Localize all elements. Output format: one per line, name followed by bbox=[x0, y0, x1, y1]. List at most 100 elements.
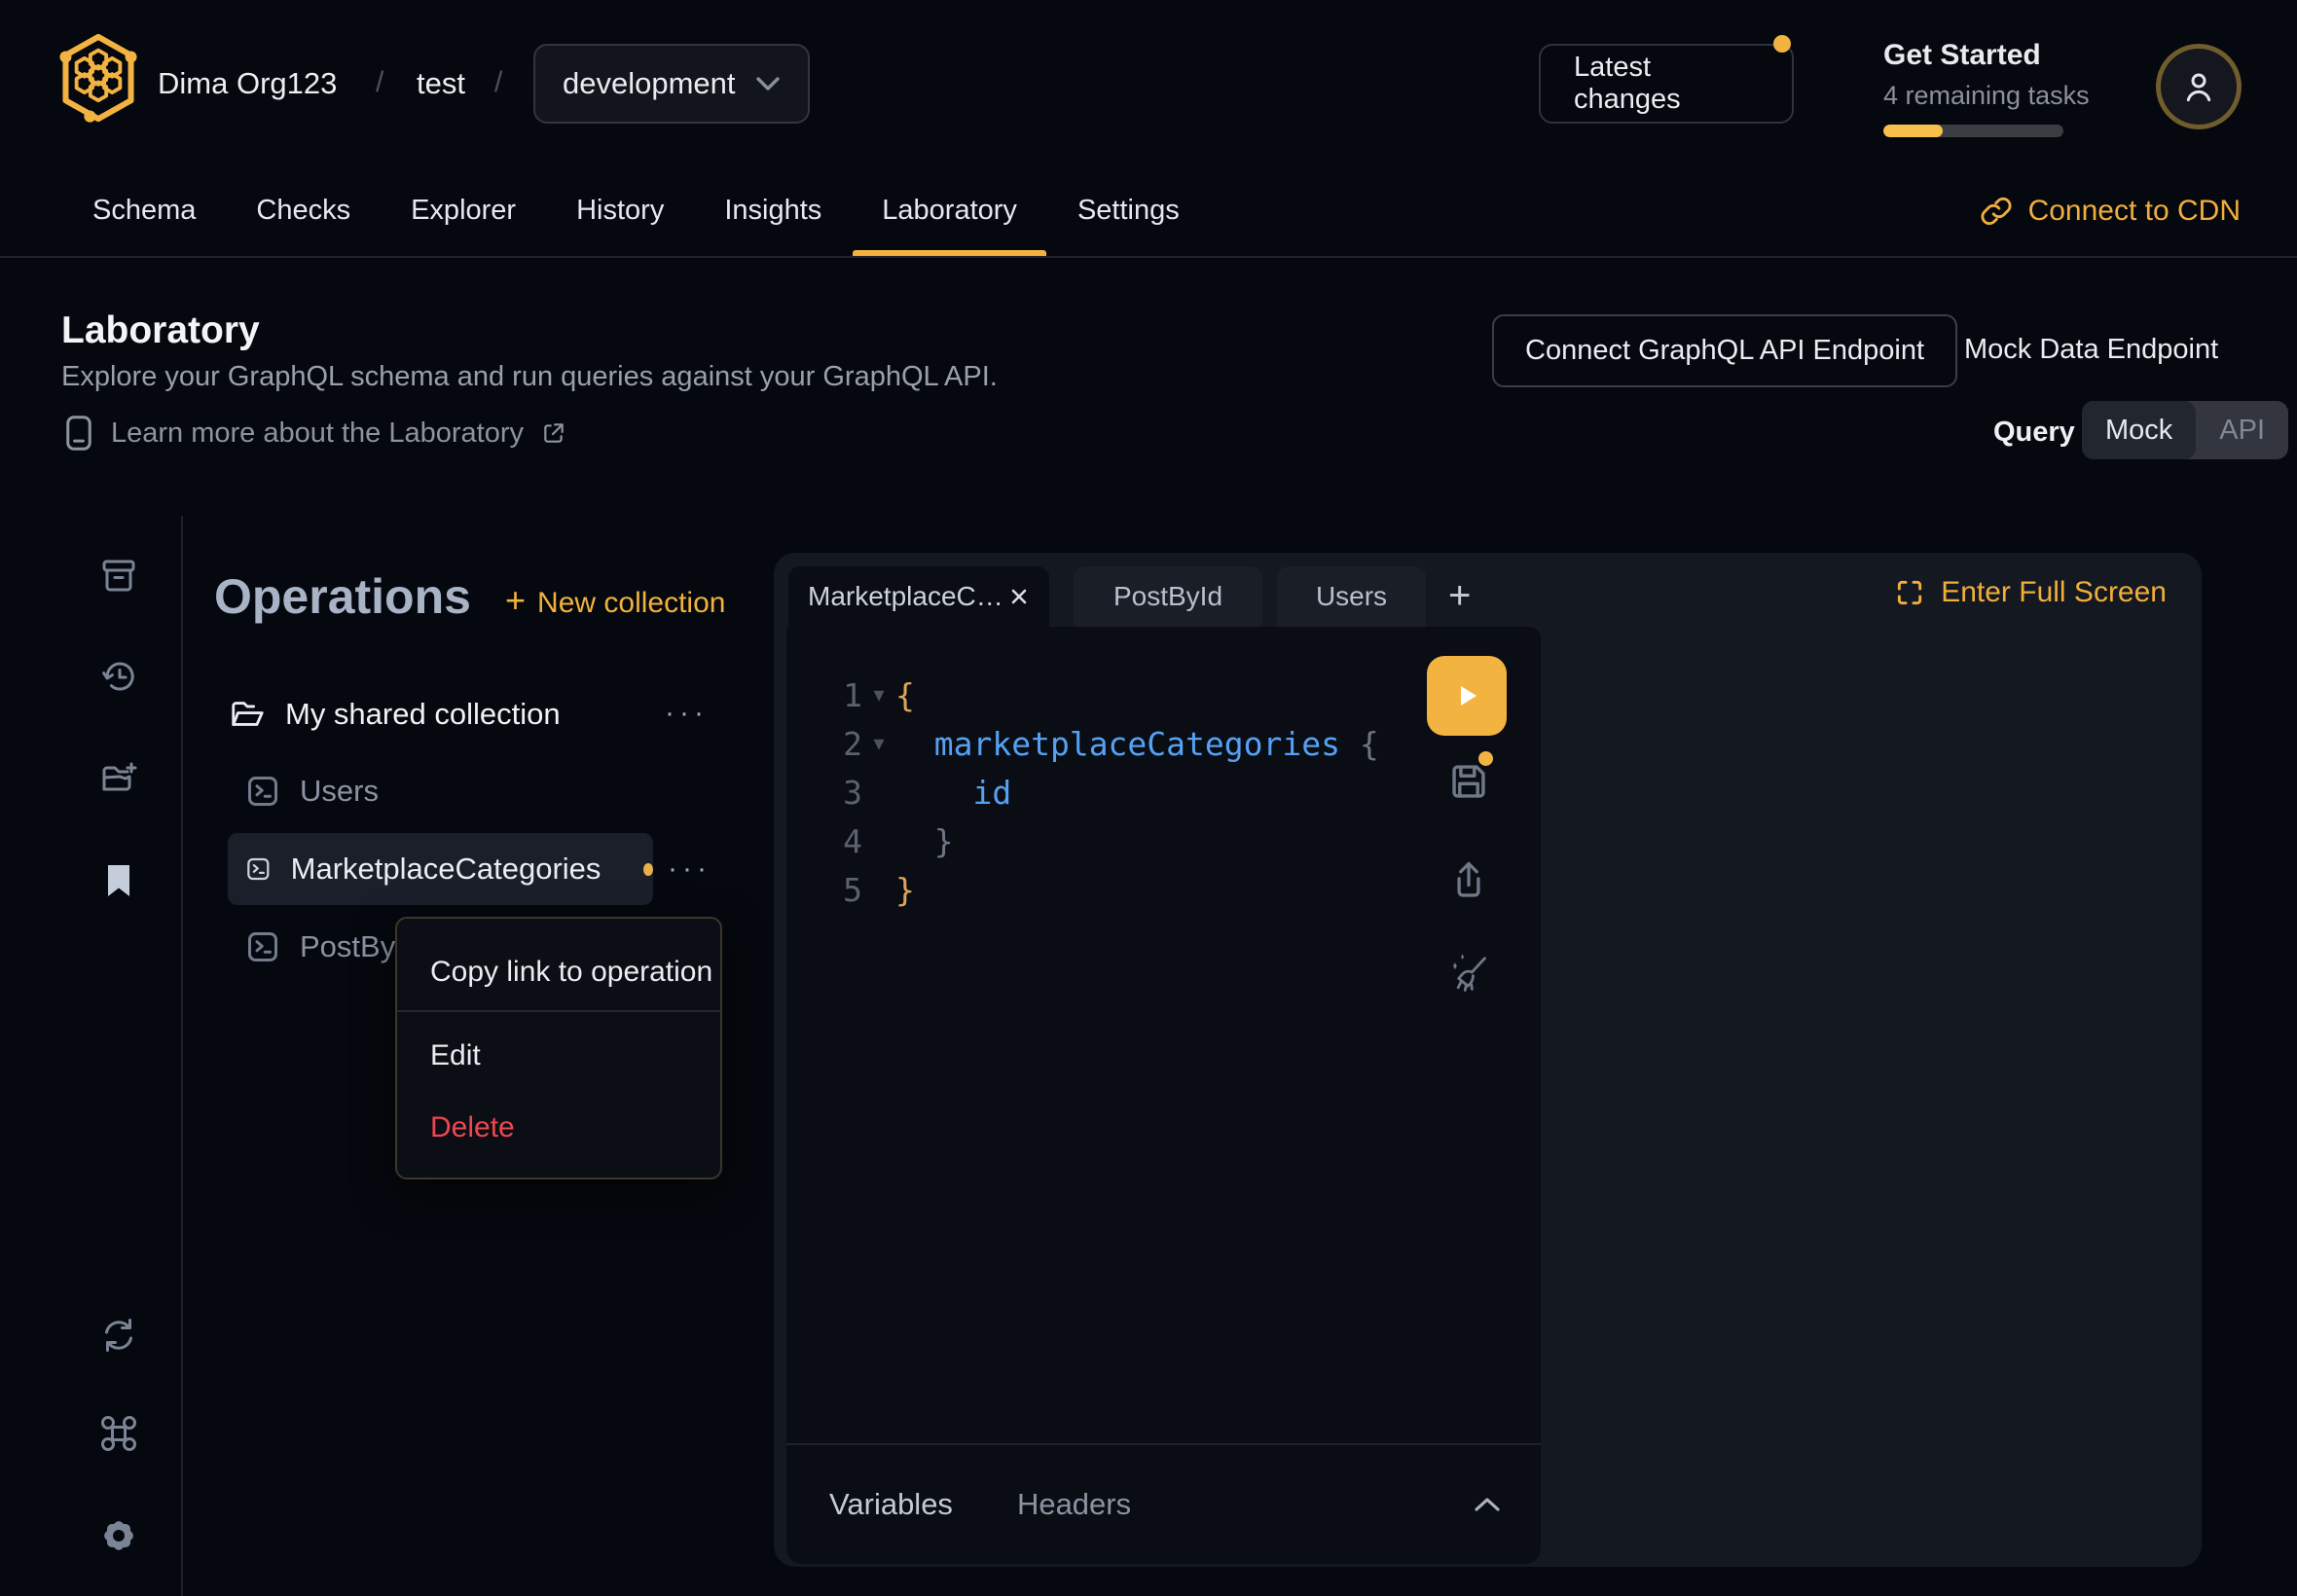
get-started-widget[interactable]: Get Started 4 remaining tasks bbox=[1883, 39, 2090, 137]
line-number: 5 bbox=[798, 871, 862, 909]
query-mode-api[interactable]: API bbox=[2196, 401, 2288, 459]
operation-icon bbox=[245, 852, 272, 887]
menu-item-edit[interactable]: Edit bbox=[430, 1039, 481, 1072]
latest-changes-badge-dot bbox=[1773, 35, 1791, 53]
menu-item-delete[interactable]: Delete bbox=[430, 1111, 515, 1144]
code-token: } bbox=[895, 822, 954, 860]
connect-to-cdn-link[interactable]: Connect to CDN bbox=[1980, 165, 2241, 256]
tab-checks[interactable]: Checks bbox=[256, 165, 350, 256]
query-mode-mock[interactable]: Mock bbox=[2082, 401, 2196, 459]
breadcrumb-separator2: / bbox=[494, 66, 502, 99]
folder-open-icon bbox=[229, 696, 266, 733]
breadcrumb-separator: / bbox=[376, 66, 383, 99]
code-token bbox=[1340, 725, 1360, 763]
external-link-icon bbox=[541, 420, 566, 446]
operation-menu-button[interactable]: ··· bbox=[668, 852, 711, 886]
close-icon[interactable] bbox=[1008, 586, 1030, 607]
get-started-title: Get Started bbox=[1883, 39, 2090, 72]
latest-changes-button[interactable]: Latest changes bbox=[1539, 44, 1794, 124]
unsaved-save-dot bbox=[1478, 751, 1493, 766]
tab-settings[interactable]: Settings bbox=[1077, 165, 1180, 256]
breadcrumb-org[interactable]: Dima Org123 bbox=[158, 66, 337, 101]
editor-bottom-bar: Variables Headers bbox=[786, 1443, 1541, 1564]
nav-tab-list: Schema Checks Explorer History Insights … bbox=[92, 165, 1180, 256]
operation-row-marketplacecategories[interactable]: MarketplaceCategories bbox=[228, 833, 653, 905]
operation-row-users[interactable]: Users bbox=[245, 772, 379, 811]
operation-name: Users bbox=[300, 774, 379, 809]
history-icon[interactable] bbox=[99, 657, 138, 696]
menu-item-copy-link[interactable]: Copy link to operation bbox=[430, 956, 712, 989]
editor-tab-users[interactable]: Users bbox=[1277, 566, 1426, 627]
rail-divider bbox=[181, 516, 183, 1596]
connect-endpoint-label: Connect GraphQL API Endpoint bbox=[1525, 335, 1924, 367]
collection-row[interactable]: My shared collection bbox=[229, 695, 561, 734]
code-token: id bbox=[972, 774, 1011, 812]
code-line: 2 ▾ marketplaceCategories { bbox=[798, 719, 1414, 768]
operation-name: MarketplaceCategories bbox=[291, 852, 602, 887]
settings-gear-icon[interactable] bbox=[99, 1516, 138, 1555]
mock-data-endpoint-label: Mock Data Endpoint bbox=[1964, 334, 2218, 365]
page-subtitle: Explore your GraphQL schema and run quer… bbox=[61, 361, 998, 393]
enter-fullscreen-label: Enter Full Screen bbox=[1941, 576, 2167, 609]
collection-menu-button[interactable]: ··· bbox=[665, 697, 709, 730]
breadcrumb-project[interactable]: test bbox=[417, 66, 465, 101]
person-icon bbox=[2179, 67, 2218, 106]
latest-changes-label: Latest changes bbox=[1574, 52, 1759, 116]
new-folder-icon[interactable] bbox=[99, 758, 138, 797]
collections-box-icon[interactable] bbox=[99, 557, 138, 596]
user-avatar[interactable] bbox=[2156, 44, 2242, 129]
variables-tab[interactable]: Variables bbox=[829, 1487, 953, 1522]
editor-tab-label: PostById bbox=[1113, 581, 1222, 612]
connect-to-cdn-label: Connect to CDN bbox=[2028, 195, 2241, 228]
share-operation-button[interactable] bbox=[1447, 858, 1490, 901]
fold-marker[interactable]: ▾ bbox=[862, 731, 895, 756]
bookmarks-icon[interactable] bbox=[99, 861, 138, 900]
query-editor[interactable]: 1 ▾ { 2 ▾ marketplaceCategories { 3 id 4 bbox=[786, 627, 1541, 1564]
command-palette-icon[interactable] bbox=[99, 1414, 138, 1453]
tab-explorer[interactable]: Explorer bbox=[411, 165, 516, 256]
query-mode-toggle: Mock API bbox=[2082, 401, 2288, 459]
environment-label: development bbox=[563, 66, 736, 101]
tab-insights[interactable]: Insights bbox=[724, 165, 821, 256]
editor-tab-label: MarketplaceC… bbox=[808, 581, 1003, 612]
new-collection-button[interactable]: + New collection bbox=[505, 580, 725, 621]
code-line: 3 id bbox=[798, 768, 1414, 816]
code-token: { bbox=[895, 676, 915, 714]
line-number: 3 bbox=[798, 774, 862, 812]
connect-endpoint-button[interactable]: Connect GraphQL API Endpoint bbox=[1492, 314, 1957, 387]
code-token: } bbox=[895, 871, 915, 909]
operations-title: Operations bbox=[214, 568, 471, 625]
chevron-down-icon bbox=[755, 75, 781, 92]
headers-tab[interactable]: Headers bbox=[1017, 1487, 1131, 1522]
sync-icon[interactable] bbox=[99, 1316, 138, 1355]
prettify-query-button[interactable] bbox=[1444, 950, 1491, 997]
hive-logo[interactable] bbox=[56, 31, 140, 125]
line-number: 1 bbox=[798, 676, 862, 714]
code-token bbox=[895, 725, 934, 763]
mock-data-endpoint-button[interactable]: Mock Data Endpoint bbox=[1964, 334, 2218, 366]
unsaved-changes-dot bbox=[643, 863, 653, 876]
laboratory-editor-panel: MarketplaceC… PostById Users + bbox=[774, 553, 2202, 1567]
tab-schema[interactable]: Schema bbox=[92, 165, 196, 256]
code-line: 4 } bbox=[798, 816, 1414, 865]
query-label: Query bbox=[1993, 417, 2075, 449]
editor-tab-postbyid[interactable]: PostById bbox=[1074, 566, 1262, 627]
learn-more-link[interactable]: Learn more about the Laboratory bbox=[64, 415, 566, 452]
fold-marker[interactable]: ▾ bbox=[862, 682, 895, 707]
query-code[interactable]: 1 ▾ { 2 ▾ marketplaceCategories { 3 id 4 bbox=[798, 671, 1414, 914]
line-number: 2 bbox=[798, 725, 862, 763]
get-started-progress-fill bbox=[1883, 125, 1943, 137]
app-window: Dima Org123 / test / development Latest … bbox=[0, 0, 2297, 1596]
environment-dropdown[interactable]: development bbox=[533, 44, 810, 124]
editor-tab-marketplacecategories[interactable]: MarketplaceC… bbox=[788, 566, 1049, 627]
page-title: Laboratory bbox=[61, 309, 260, 352]
code-token: marketplaceCategories bbox=[934, 725, 1340, 763]
enter-fullscreen-button[interactable]: Enter Full Screen bbox=[1894, 576, 2167, 609]
tab-laboratory[interactable]: Laboratory bbox=[882, 165, 1017, 256]
new-tab-button[interactable]: + bbox=[1448, 574, 1471, 618]
primary-nav: Schema Checks Explorer History Insights … bbox=[0, 165, 2297, 258]
get-started-tasks: 4 remaining tasks bbox=[1883, 81, 2090, 111]
collapse-panel-button[interactable] bbox=[1473, 1496, 1502, 1513]
tab-history[interactable]: History bbox=[576, 165, 664, 256]
execute-query-button[interactable] bbox=[1427, 656, 1507, 736]
